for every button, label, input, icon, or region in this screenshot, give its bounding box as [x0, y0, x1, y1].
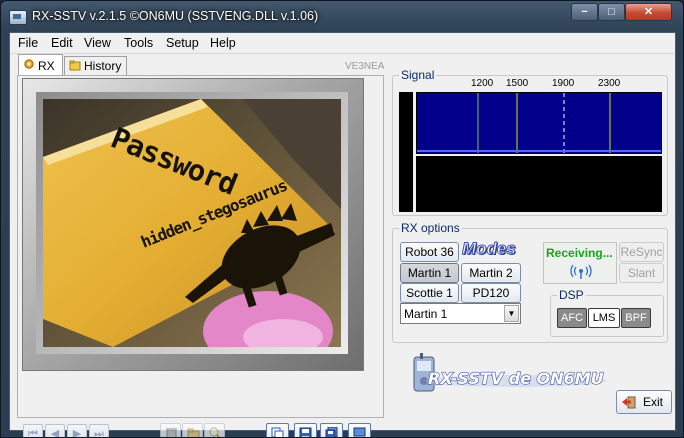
computer-icon [353, 427, 366, 437]
mode-select-value: Martin 1 [404, 307, 448, 321]
freq-label-1200: 1200 [471, 78, 494, 89]
mode-martin1-button[interactable]: Martin 1 [400, 263, 459, 283]
received-image: Password hidden_stegosaurus [43, 99, 341, 347]
receive-status-box: Receiving... [543, 242, 617, 284]
mode-robot36-button[interactable]: Robot 36 [400, 242, 459, 262]
tab-rx[interactable]: RX [18, 54, 63, 75]
window-title: RX-SSTV v.2.1.5 ©ON6MU (SSTVENG.DLL v.1.… [32, 9, 319, 23]
slant-button[interactable]: Slant [619, 263, 664, 283]
folder-icon [187, 428, 200, 437]
callsign-label: VE3NEA [345, 61, 385, 72]
previous-image-button[interactable]: ◀ [45, 424, 65, 437]
menu-view[interactable]: View [84, 36, 111, 50]
exit-label: Exit [643, 395, 664, 409]
menu-edit[interactable]: Edit [51, 36, 73, 50]
copy-image-button[interactable] [266, 423, 289, 437]
first-image-button[interactable]: ⏮ [23, 424, 43, 437]
tab-rx-label: RX [38, 59, 55, 73]
close-button[interactable]: ✕ [625, 3, 672, 21]
dsp-label: DSP [557, 288, 586, 302]
save-icon [299, 427, 312, 437]
delete-image-button[interactable] [160, 423, 181, 437]
logo-graphic: RX-SSTV de ON6MU [413, 353, 606, 392]
save-all-button[interactable] [320, 423, 343, 437]
gear-icon [24, 59, 34, 69]
freq-label-1500: 1500 [506, 78, 529, 89]
maximize-button[interactable]: □ [598, 3, 625, 21]
app-icon[interactable] [9, 10, 27, 25]
signal-label: Signal [399, 68, 437, 82]
freq-label-1900: 1900 [552, 78, 575, 89]
image-frame: Password hidden_stegosaurus [22, 78, 364, 371]
rx-image-panel: Password hidden_stegosaurus ⏮ ◀ ▶ ⏭ [17, 75, 384, 437]
lms-toggle[interactable]: LMS [588, 308, 620, 328]
history-icon [69, 60, 81, 71]
trash-icon [166, 428, 177, 437]
zoom-button[interactable] [204, 423, 225, 437]
transmit-button[interactable] [348, 423, 371, 437]
save-multiple-icon [325, 427, 338, 437]
mode-scottie1-button[interactable]: Scottie 1 [400, 283, 459, 303]
freq-label-2300: 2300 [598, 78, 621, 89]
app-logo: RX-SSTV de ON6MU [406, 353, 606, 397]
bpf-toggle[interactable]: BPF [621, 308, 651, 328]
receive-status: Receiving... [546, 246, 613, 260]
next-image-button[interactable]: ▶ [67, 424, 87, 437]
resync-button[interactable]: ReSync [619, 242, 664, 262]
client-area: File Edit View Tools Setup Help RX Histo… [9, 32, 676, 437]
menu-bar: File Edit View Tools Setup Help [10, 33, 675, 54]
afc-toggle[interactable]: AFC [557, 308, 587, 328]
exit-button[interactable]: Exit [616, 390, 672, 414]
menu-help[interactable]: Help [210, 36, 236, 50]
spectrum-display[interactable] [416, 92, 662, 154]
main-window: RX-SSTV v.2.1.5 ©ON6MU (SSTVENG.DLL v.1.… [0, 0, 684, 438]
save-image-button[interactable] [294, 423, 317, 437]
antenna-icon [570, 265, 592, 279]
copy-icon [271, 427, 284, 437]
menu-tools[interactable]: Tools [124, 36, 153, 50]
magnifier-icon [209, 427, 220, 437]
tab-history-label: History [84, 59, 122, 73]
close-icon: ✕ [643, 6, 654, 18]
modes-logo: Modes [462, 239, 517, 259]
mode-pd120-button[interactable]: PD120 [461, 283, 521, 303]
last-image-button[interactable]: ⏭ [89, 424, 109, 437]
signal-level-meter [399, 92, 413, 212]
menu-file[interactable]: File [18, 36, 38, 50]
mode-select[interactable]: Martin 1 ▼ [400, 303, 521, 324]
menu-setup[interactable]: Setup [166, 36, 199, 50]
minimize-icon: − [581, 6, 588, 18]
title-bar[interactable]: RX-SSTV v.2.1.5 ©ON6MU (SSTVENG.DLL v.1.… [1, 1, 683, 31]
received-picture: Password hidden_stegosaurus [43, 99, 341, 347]
exit-icon [622, 396, 636, 409]
tab-history[interactable]: History [64, 56, 127, 75]
minimize-button[interactable]: − [571, 3, 598, 21]
chevron-down-icon[interactable]: ▼ [504, 305, 519, 322]
open-folder-button[interactable] [182, 423, 203, 437]
maximize-icon: □ [608, 6, 615, 18]
waterfall-display[interactable] [416, 156, 662, 212]
spectrum-markers [417, 93, 661, 153]
logo-text: RX-SSTV de ON6MU [428, 369, 604, 388]
rx-options-label: RX options [399, 221, 462, 235]
mode-martin2-button[interactable]: Martin 2 [461, 263, 521, 283]
